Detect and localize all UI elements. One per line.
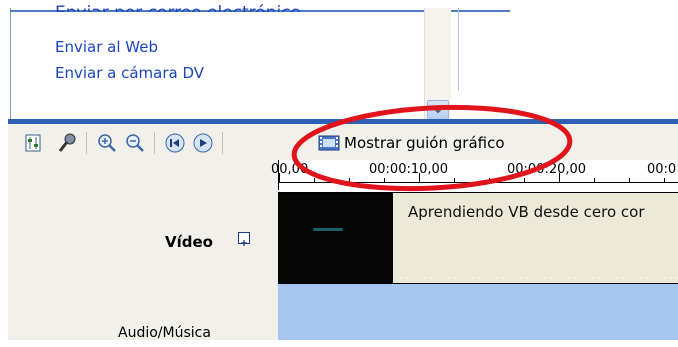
ruler-minor-tick [524, 178, 525, 182]
audio-track[interactable] [278, 284, 678, 347]
ruler-tick [279, 173, 280, 182]
ruler-label: 00:00:10,00 [369, 162, 449, 177]
rewind-icon [165, 133, 185, 153]
ruler-minor-tick [629, 178, 630, 182]
task-pane-scrollbar[interactable] [424, 8, 451, 120]
clip-thumbnail-mark [313, 228, 343, 231]
timeline-ruler[interactable]: 00,00 00:00:10,00 00:00:20,00 00:0 [271, 160, 678, 190]
zoom-out-button[interactable] [124, 132, 146, 154]
zoom-out-icon [126, 134, 144, 152]
zoom-in-button[interactable] [96, 132, 118, 154]
pane-separator [458, 8, 459, 91]
plus-icon [241, 240, 247, 246]
movie-maker-window: Enviar por correo electrónico Enviar al … [0, 0, 678, 347]
task-link-send-web[interactable]: Enviar al Web [55, 38, 158, 56]
audio-track-label: Audio/Música [118, 325, 211, 341]
clip-title: Aprendiendo VB desde cero cor [408, 203, 645, 221]
filmstrip-icon [318, 135, 340, 151]
microphone-icon [58, 133, 76, 152]
clip-dotted-border [398, 277, 678, 279]
narrate-timeline-button[interactable] [56, 132, 78, 154]
chevron-down-icon [433, 107, 443, 114]
ruler-minor-tick [489, 178, 490, 182]
zoom-in-icon [98, 134, 116, 152]
bottom-edge [8, 340, 678, 347]
play-icon [193, 133, 213, 153]
rewind-button[interactable] [164, 132, 186, 154]
timeline-toolbar: Mostrar guión gráfico [8, 124, 678, 160]
ruler-minor-tick [594, 178, 595, 182]
ruler-minor-tick [454, 178, 455, 182]
ruler-label: 00:00:20,00 [507, 162, 587, 177]
ruler-tick [559, 173, 560, 182]
ruler-baseline [279, 182, 678, 183]
video-track-label: Vídeo [165, 233, 213, 251]
video-clip[interactable]: Aprendiendo VB desde cero cor [278, 192, 678, 284]
show-storyboard-label: Mostrar guión gráfico [344, 134, 505, 152]
toolbar-separator [154, 132, 155, 154]
ruler-minor-tick [349, 178, 350, 182]
ruler-minor-tick [314, 178, 315, 182]
scroll-down-button[interactable] [427, 100, 449, 120]
show-storyboard-button[interactable]: Mostrar guión gráfico [318, 130, 505, 156]
toolbar-separator [222, 132, 223, 154]
ruler-minor-tick [664, 178, 665, 182]
task-link-send-dv[interactable]: Enviar a cámara DV [55, 64, 204, 82]
ruler-label: 00,00 [271, 162, 309, 177]
set-audio-levels-icon [25, 134, 41, 152]
expand-video-track-button[interactable] [238, 232, 250, 246]
track-header-panel [8, 160, 278, 347]
ruler-label: 00:0 [647, 162, 677, 177]
toolbar-separator [86, 132, 87, 154]
ruler-tick [419, 173, 420, 182]
ruler-minor-tick [384, 178, 385, 182]
task-link-send-email[interactable]: Enviar por correo electrónico [55, 0, 301, 12]
clip-thumbnail [278, 193, 393, 283]
play-button[interactable] [192, 132, 214, 154]
set-audio-levels-button[interactable] [22, 132, 44, 154]
